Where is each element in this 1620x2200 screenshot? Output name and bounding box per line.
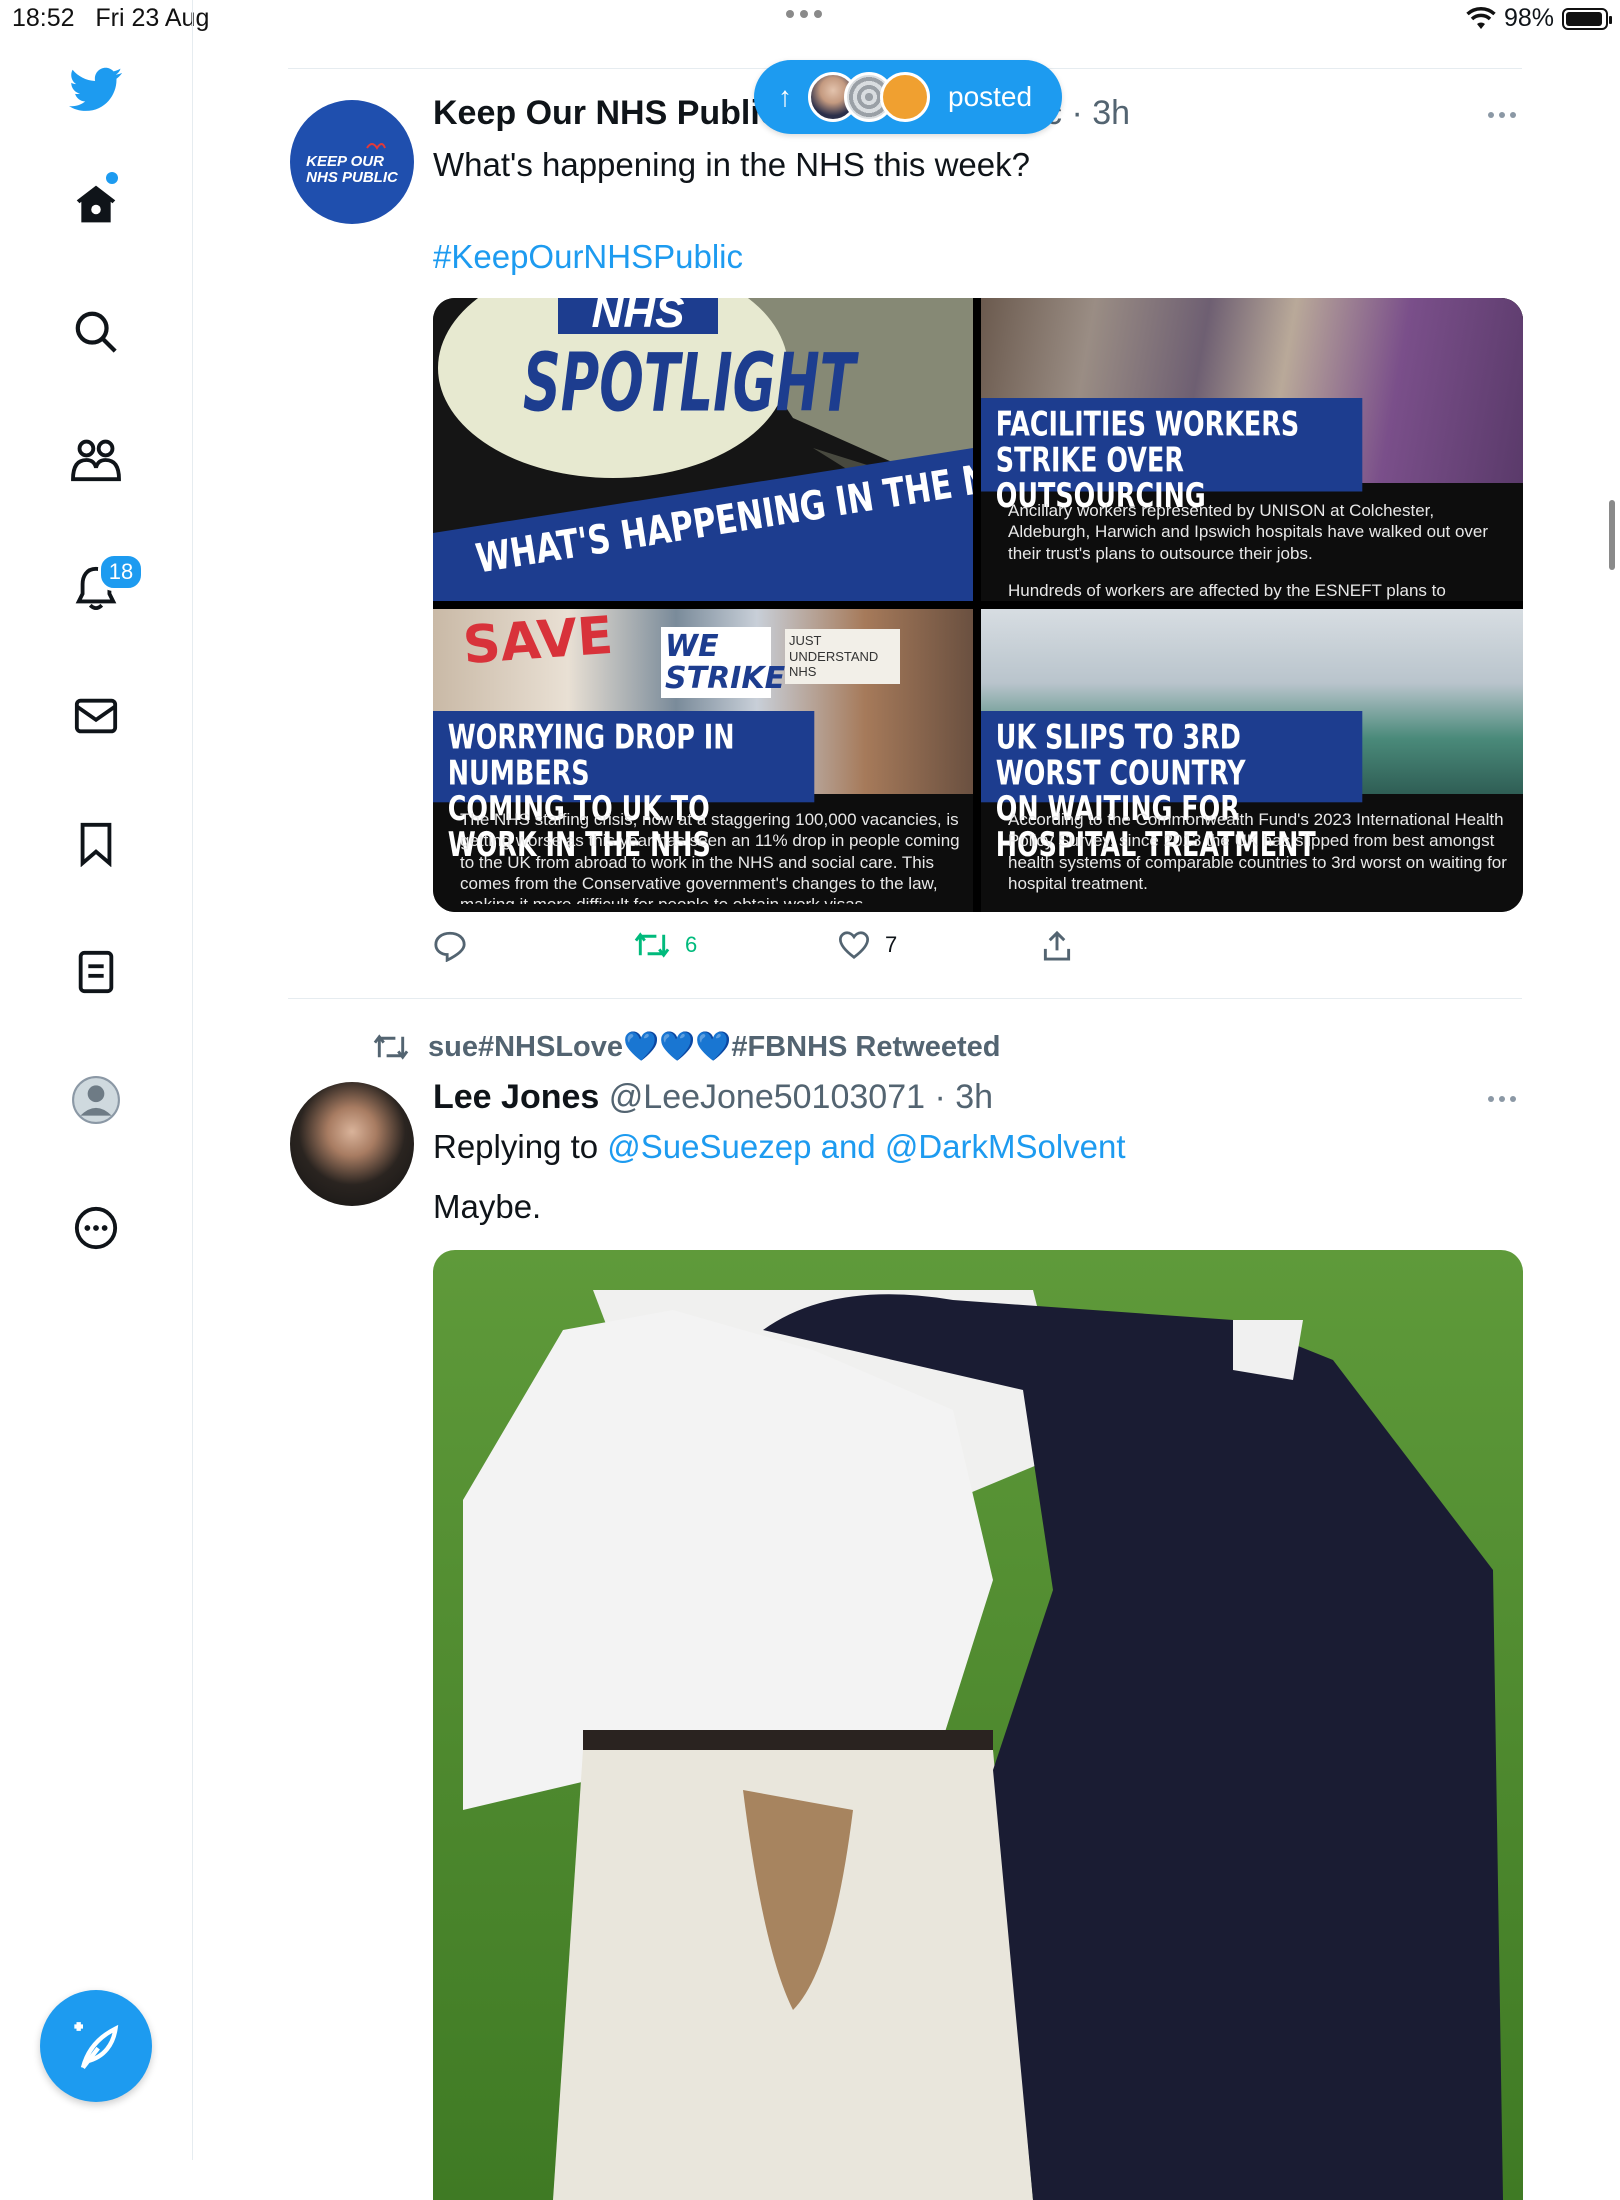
tweet-photo[interactable] [433, 1250, 1523, 2200]
uk-slips-headline: UK SLIPS TO 3RD WORST COUNTRY ON WAITING… [981, 711, 1363, 863]
spotlight-title: SPOTLIGHT [523, 338, 856, 431]
media-tile-facilities-workers[interactable]: FACILITIES WORKERS STRIKE OVER OUTSOURCI… [981, 298, 1523, 601]
reply-icon [434, 931, 466, 962]
feather-plus-icon [74, 2022, 119, 2069]
uk-slips-headline-line1: UK SLIPS TO 3RD WORST COUNTRY [995, 717, 1246, 794]
posted-label: posted [948, 81, 1033, 112]
replying-prefix: Replying to [433, 1128, 599, 1165]
heart-icon [838, 931, 870, 959]
avatar[interactable]: KEEP OUR NHS PUBLIC [290, 100, 414, 224]
media-grid[interactable]: NHS SPOTLIGHT WHAT'S HAPPENING IN THE NH… [433, 298, 1523, 912]
worrying-headline: WORRYING DROP IN NUMBERS COMING TO UK TO… [433, 711, 815, 863]
nhs-logo: NHS [558, 298, 718, 335]
protest-sign-understand: JUST UNDERSTAND NHS [785, 629, 900, 684]
media-tile-uk-slips[interactable]: UK SLIPS TO 3RD WORST COUNTRY ON WAITING… [981, 609, 1523, 912]
avatar-text-line1: KEEP OUR [306, 153, 384, 171]
status-right: 98% [1466, 4, 1612, 33]
sidebar: 18 [0, 0, 193, 2160]
share-icon [1043, 930, 1071, 961]
avatar[interactable] [290, 1082, 414, 1206]
protest-sign-save: SAVE [461, 609, 615, 677]
author-handle[interactable]: @LeeJone50103071 [609, 1078, 925, 1116]
share-button[interactable] [1041, 930, 1073, 962]
media-tile-worrying-drop[interactable]: SAVE WE STRIKE JUST UNDERSTAND NHS WORRY… [433, 609, 973, 912]
author-name[interactable]: Lee Jones [433, 1078, 599, 1116]
home-icon[interactable] [66, 174, 126, 234]
retweet-icon [634, 932, 670, 958]
tweet-text: What's happening in the NHS this week? [433, 146, 1030, 183]
more-options-icon[interactable] [66, 1198, 126, 1258]
multitasking-dots-icon[interactable] [786, 10, 822, 18]
protest-sign-strike: WE STRIKE [661, 627, 785, 698]
hashtag-link[interactable]: #KeepOurNHSPublic [433, 238, 743, 276]
replying-to-handles[interactable]: @SueSuezep and @DarkMSolvent [607, 1128, 1125, 1165]
messages-envelope-icon[interactable] [66, 686, 126, 746]
profile-avatar-icon[interactable] [66, 1070, 126, 1130]
uk-slips-body: According to the Commonwealth Fund's 202… [1008, 810, 1507, 893]
battery-percent: 98% [1503, 4, 1554, 32]
twitter-logo-icon[interactable] [66, 60, 126, 120]
scroll-indicator[interactable] [1609, 500, 1615, 570]
tweet-header: Keep Our NHS Public [433, 94, 779, 133]
battery-icon [1562, 7, 1612, 30]
facilities-headline: FACILITIES WORKERS STRIKE OVER OUTSOURCI… [981, 398, 1363, 514]
golf-photo-graphic [433, 1250, 1523, 2200]
tweet-more-icon[interactable] [1488, 1096, 1516, 1102]
pill-avatar [880, 72, 930, 122]
compose-tweet-button[interactable] [40, 1990, 152, 2102]
tweet-more-icon[interactable] [1488, 112, 1516, 118]
tweet-divider [288, 998, 1522, 999]
pill-avatars [808, 72, 930, 122]
timestamp[interactable]: 3h [955, 1078, 993, 1116]
retweeted-by-row: sue#NHSLove💙💙💙#FBNHS Retweeted [372, 1030, 1000, 1064]
tweet-text: Maybe. [433, 1188, 542, 1225]
avatar-text-line2: NHS PUBLIC [306, 169, 398, 186]
wifi-icon [1466, 6, 1496, 29]
new-posts-pill[interactable]: ↑ posted [754, 60, 1062, 134]
notifications-badge: 18 [98, 553, 144, 591]
replying-to: Replying to @SueSuezep and @DarkMSolvent [433, 1128, 1126, 1166]
like-count: 7 [885, 932, 898, 957]
communities-icon[interactable] [66, 430, 126, 490]
like-button[interactable]: 7 [837, 930, 897, 960]
search-icon[interactable] [66, 302, 126, 362]
facilities-body: Ancillary workers represented by UNISON … [1008, 501, 1489, 563]
retweet-button[interactable]: 6 [633, 930, 697, 960]
reply-button[interactable] [433, 930, 481, 962]
facilities-headline-line1: FACILITIES WORKERS [995, 404, 1300, 445]
home-unread-dot [106, 172, 118, 184]
bookmark-icon[interactable] [66, 814, 126, 874]
lists-icon[interactable] [66, 942, 126, 1002]
arrow-up-icon: ↑ [778, 81, 792, 112]
tweet-header: Lee Jones @LeeJone50103071 · 3h [433, 1078, 994, 1116]
tweet-actions: 6 7 [433, 930, 1073, 970]
retweet-count: 6 [685, 932, 698, 957]
worrying-headline-line1: WORRYING DROP IN NUMBERS [447, 717, 735, 794]
media-tile-nhs-spotlight[interactable]: NHS SPOTLIGHT WHAT'S HAPPENING IN THE NH… [433, 298, 973, 601]
author-name[interactable]: Keep Our NHS Public [433, 94, 779, 132]
retweet-small-icon [373, 1034, 409, 1060]
worrying-body: The NHS staffing crisis, now at a stagge… [460, 810, 960, 904]
retweeted-by-label[interactable]: sue#NHSLove💙💙💙#FBNHS Retweeted [428, 1030, 1000, 1064]
timestamp[interactable]: 3h [1092, 94, 1130, 132]
facilities-body-2: Hundreds of workers are affected by the … [1008, 581, 1446, 600]
